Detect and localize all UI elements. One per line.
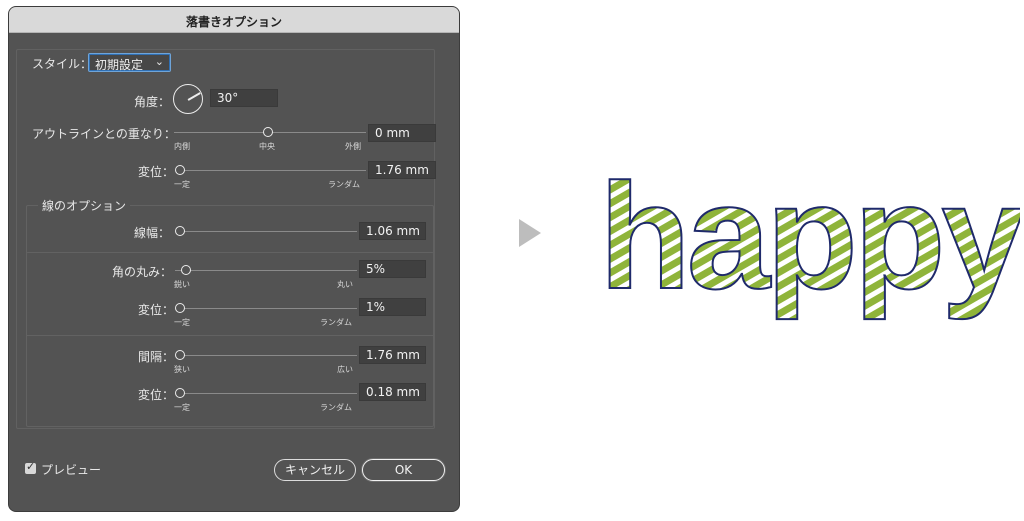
outline-overlap-max-label: 外側 (345, 142, 361, 151)
spacing-variation-min-label: 一定 (174, 403, 190, 412)
spacing-variation-label: 変位： (137, 388, 174, 402)
spacing-max-label: 広い (337, 365, 353, 374)
spacing-field[interactable]: 1.76 mm (359, 346, 426, 364)
curviness-variation-field-value: 1% (366, 300, 386, 314)
checkmark-icon: ✓ (26, 460, 36, 473)
curviness-max-label: 丸い (337, 280, 353, 289)
angle-dial[interactable] (173, 84, 203, 114)
curviness-field[interactable]: 5% (359, 260, 426, 278)
curviness-variation-field[interactable]: 1% (359, 298, 426, 316)
spacing-label: 間隔： (137, 350, 174, 364)
spacing-section-divider (26, 335, 434, 336)
outline-overlap-field-value: 0 mm (375, 126, 410, 140)
curviness-slider[interactable] (181, 265, 191, 275)
stroke-width-track (177, 231, 357, 232)
overlap-variation-slider[interactable] (175, 165, 185, 175)
angle-field[interactable]: 30° (210, 89, 278, 107)
style-label: スタイル： (32, 57, 93, 71)
style-select[interactable]: 初期設定 ⌄ (88, 53, 171, 72)
angle-field-value: 30° (217, 91, 239, 105)
outline-overlap-min-label: 内側 (174, 142, 190, 151)
spacing-slider[interactable] (175, 350, 185, 360)
overlap-variation-max-label: ランダム (328, 180, 360, 189)
line-options-header: 線のオプション (38, 197, 131, 214)
stroke-width-label: 線幅： (133, 226, 170, 240)
curviness-variation-track (177, 308, 357, 309)
curviness-variation-slider[interactable] (175, 303, 185, 313)
style-select-value: 初期設定 (95, 58, 144, 72)
outline-overlap-field[interactable]: 0 mm (368, 124, 436, 142)
stroke-width-field[interactable]: 1.06 mm (359, 222, 426, 240)
ok-button[interactable]: OK (362, 459, 445, 481)
spacing-variation-slider[interactable] (175, 388, 185, 398)
curviness-label: 角の丸み： (111, 265, 172, 279)
scribble-preview-artwork: happy (600, 151, 1020, 321)
dialog-title: 落書きオプション (185, 15, 282, 29)
overlap-variation-field-value: 1.76 mm (375, 163, 429, 177)
spacing-field-value: 1.76 mm (366, 348, 420, 362)
spacing-variation-field[interactable]: 0.18 mm (359, 383, 426, 401)
angle-dial-hand (187, 92, 201, 101)
curviness-variation-label: 変位： (137, 303, 174, 317)
preview-artwork-text: happy (600, 152, 1020, 320)
stroke-width-slider[interactable] (175, 226, 185, 236)
dialog-titlebar: 落書きオプション (9, 7, 459, 33)
outline-overlap-mid-label: 中央 (259, 142, 275, 151)
spacing-variation-max-label: ランダム (320, 403, 352, 412)
preview-checkbox[interactable]: ✓ (25, 460, 36, 474)
spacing-variation-field-value: 0.18 mm (366, 385, 420, 399)
stroke-width-field-value: 1.06 mm (366, 224, 420, 238)
cancel-button[interactable]: キャンセル (274, 459, 356, 481)
curviness-variation-max-label: ランダム (320, 318, 352, 327)
overlap-variation-field[interactable]: 1.76 mm (368, 161, 436, 179)
spacing-track (177, 355, 357, 356)
overlap-variation-label: 変位： (137, 165, 174, 179)
curviness-field-value: 5% (366, 262, 386, 276)
play-arrow-icon (519, 219, 541, 247)
curviness-variation-min-label: 一定 (174, 318, 190, 327)
outline-overlap-label: アウトラインとの重なり： (32, 127, 176, 141)
curviness-min-label: 鋭い (174, 280, 190, 289)
chevron-down-icon: ⌄ (154, 55, 164, 68)
outline-overlap-slider[interactable] (263, 127, 273, 137)
spacing-variation-track (177, 393, 357, 394)
curviness-track (175, 270, 357, 271)
spacing-min-label: 狭い (174, 365, 190, 374)
overlap-variation-track (177, 170, 366, 171)
overlap-variation-min-label: 一定 (174, 180, 190, 189)
angle-label: 角度： (133, 95, 170, 109)
preview-label: プレビュー (41, 463, 102, 477)
